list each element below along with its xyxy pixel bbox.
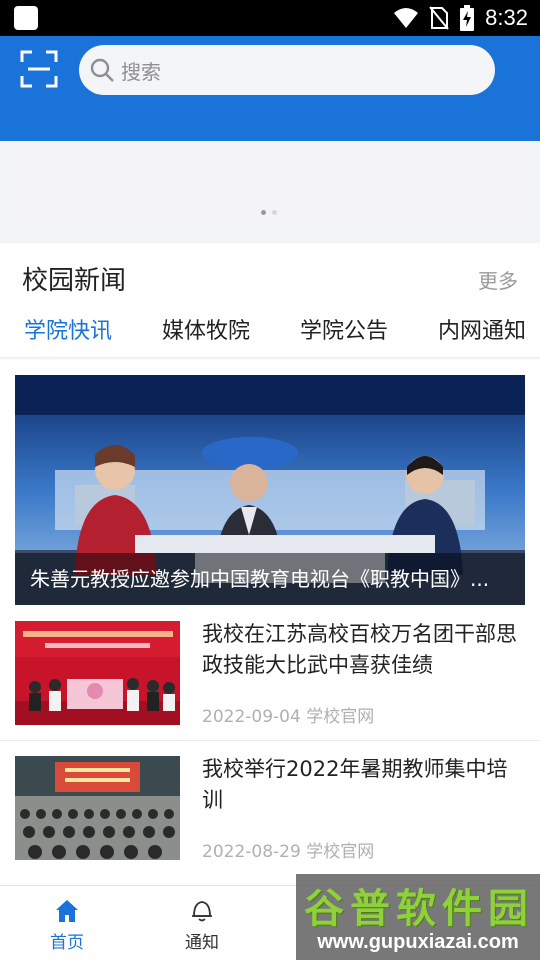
tabs-divider <box>0 357 540 361</box>
tab-media[interactable]: 媒体牧院 <box>162 313 250 345</box>
list-divider <box>0 740 540 741</box>
carousel-dot <box>272 210 277 215</box>
no-sim-icon <box>429 6 449 30</box>
watermark-url: www.gupuxiazai.com <box>317 931 519 953</box>
status-bar: 8:32 <box>0 0 540 36</box>
status-icons: 8:32 <box>393 0 528 36</box>
scan-icon <box>20 50 58 88</box>
tab-announcements[interactable]: 学院公告 <box>300 313 388 345</box>
hero-news-card[interactable]: 朱善元教授应邀参加中国教育电视台《职教中国》... <box>15 375 525 605</box>
battery-charging-icon <box>460 5 475 31</box>
more-link[interactable]: 更多 <box>478 265 518 294</box>
scan-button[interactable] <box>20 50 58 88</box>
search-icon <box>89 57 115 83</box>
campus-news-section: 校园新闻 更多 学院快讯 媒体牧院 学院公告 内网通知 朱善元教授应邀参加中国教… <box>0 243 540 885</box>
hero-caption: 朱善元教授应邀参加中国教育电视台《职教中国》... <box>15 553 525 605</box>
watermark-logo: 谷普软件园 www.gupuxiazai.com <box>296 874 540 960</box>
news-tabs: 学院快讯 媒体牧院 学院公告 内网通知 <box>0 313 540 359</box>
wifi-icon <box>394 8 419 28</box>
bell-icon <box>192 901 212 922</box>
carousel-dot-active <box>261 210 266 215</box>
nav-notifications[interactable]: 通知 <box>162 898 242 953</box>
watermark-title: 谷普软件园 <box>304 886 534 932</box>
search-placeholder: 搜索 <box>121 59 161 84</box>
news-item-title: 我校在江苏高校百校万名团干部思政技能大比武中喜获佳绩 <box>202 622 517 677</box>
list-item[interactable]: 我校举行2022年暑期教师集中培训 2022-08-29 学校官网 <box>0 751 540 871</box>
news-thumbnail <box>15 621 180 725</box>
tab-intranet[interactable]: 内网通知 <box>438 313 526 345</box>
notification-icon <box>14 6 38 30</box>
news-item-meta: 2022-09-04 学校官网 <box>202 707 375 727</box>
nav-home[interactable]: 首页 <box>27 898 107 953</box>
list-item[interactable]: 我校在江苏高校百校万名团干部思政技能大比武中喜获佳绩 2022-09-04 学校… <box>0 616 540 736</box>
search-input[interactable]: 搜索 <box>79 45 495 95</box>
news-thumbnail <box>15 756 180 860</box>
app-header: 搜索 <box>0 36 540 141</box>
section-title: 校园新闻 <box>22 266 127 296</box>
news-item-title: 我校举行2022年暑期教师集中培训 <box>202 757 508 812</box>
home-icon <box>56 900 78 922</box>
status-time: 8:32 <box>485 5 528 30</box>
tab-college-news[interactable]: 学院快讯 <box>24 313 112 345</box>
carousel-dots <box>261 210 277 215</box>
news-item-meta: 2022-08-29 学校官网 <box>202 842 375 862</box>
nav-home-label: 首页 <box>50 933 84 953</box>
nav-notifications-label: 通知 <box>185 933 219 953</box>
